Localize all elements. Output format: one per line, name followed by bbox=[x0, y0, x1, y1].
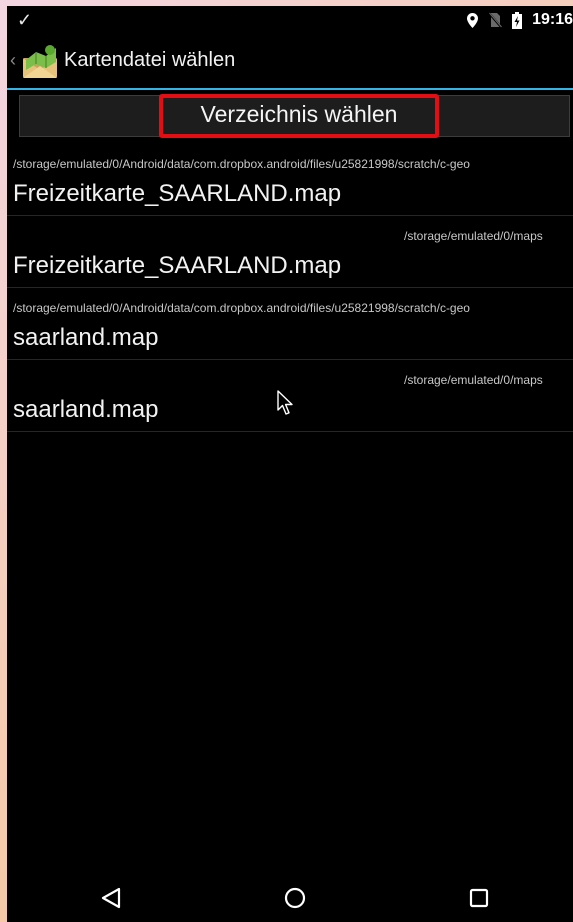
file-path: /storage/emulated/0/maps bbox=[404, 373, 543, 387]
up-chevron-icon[interactable]: ‹ bbox=[10, 50, 16, 71]
file-name: Freizeitkarte_SAARLAND.map bbox=[13, 180, 342, 207]
map-file-list: /storage/emulated/0/Android/data/com.dro… bbox=[7, 144, 573, 432]
home-circle-icon[interactable] bbox=[283, 886, 307, 910]
list-item[interactable]: /storage/emulated/0/Android/data/com.dro… bbox=[7, 144, 573, 216]
back-triangle-icon[interactable] bbox=[99, 886, 123, 910]
file-path: /storage/emulated/0/Android/data/com.dro… bbox=[13, 301, 470, 315]
file-path: /storage/emulated/0/maps bbox=[404, 229, 543, 243]
screen: ✓ 19:16 ‹ Kartendatei wählen Verzeichnis… bbox=[7, 6, 573, 922]
status-time: 19:16 bbox=[532, 11, 573, 28]
list-item[interactable]: /storage/emulated/0/maps Freizeitkarte_S… bbox=[7, 216, 573, 288]
file-name: Freizeitkarte_SAARLAND.map bbox=[13, 252, 342, 279]
battery-charging-icon bbox=[512, 11, 523, 29]
navigation-bar bbox=[7, 874, 573, 922]
recent-apps-square-icon[interactable] bbox=[467, 886, 491, 910]
device-frame: ✓ 19:16 ‹ Kartendatei wählen Verzeichnis… bbox=[0, 0, 573, 922]
no-sim-icon bbox=[488, 12, 502, 28]
choose-directory-label: Verzeichnis wählen bbox=[200, 101, 398, 127]
page-title: Kartendatei wählen bbox=[64, 49, 236, 71]
action-bar-divider bbox=[7, 88, 573, 90]
map-app-icon[interactable] bbox=[22, 44, 60, 80]
location-icon bbox=[467, 12, 479, 28]
file-name: saarland.map bbox=[13, 324, 159, 351]
action-bar: ‹ Kartendatei wählen bbox=[7, 36, 573, 88]
status-icons: 19:16 bbox=[467, 11, 573, 29]
mouse-cursor-icon bbox=[277, 390, 293, 415]
list-item[interactable]: /storage/emulated/0/Android/data/com.dro… bbox=[7, 288, 573, 360]
check-icon: ✓ bbox=[17, 10, 33, 30]
status-bar: ✓ 19:16 bbox=[7, 6, 573, 36]
file-name: saarland.map bbox=[13, 396, 159, 423]
file-path: /storage/emulated/0/Android/data/com.dro… bbox=[13, 157, 470, 171]
